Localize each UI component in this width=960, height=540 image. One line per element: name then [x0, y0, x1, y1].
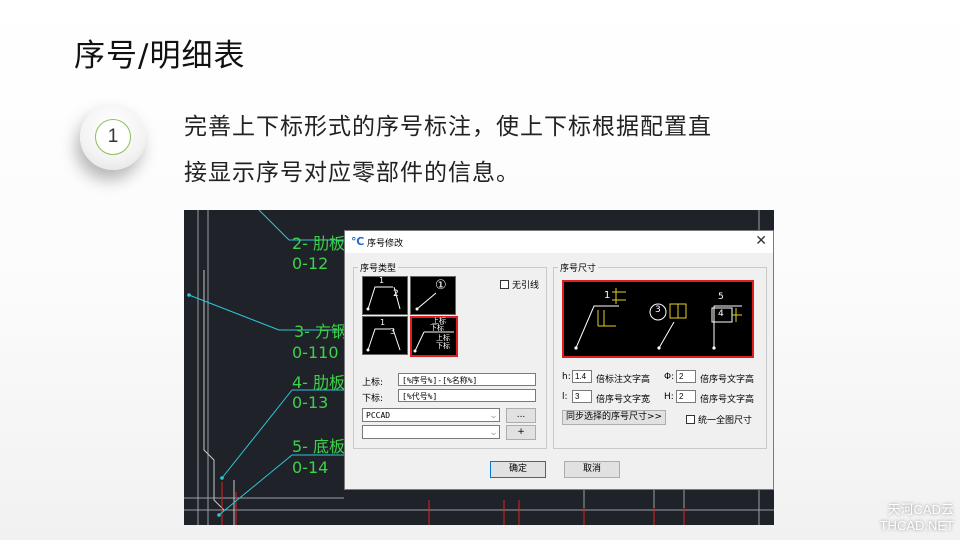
- type-thumb-4-lower1: 下标: [430, 324, 444, 332]
- chevron-down-icon: ⌵: [491, 411, 496, 420]
- watermark-line-1: 天河CAD云: [887, 502, 954, 517]
- type-thumb-4-lower2: 下标: [436, 342, 450, 350]
- cad-label-5-code: 0-14: [292, 458, 329, 477]
- type-thumb-4-upper2: 上标: [436, 334, 450, 342]
- no-leader-label: 无引线: [512, 281, 540, 291]
- description-line-2: 接显示序号对应零部件的信息。: [184, 160, 520, 186]
- cad-label-2-code: 0-12: [292, 254, 329, 273]
- type-thumb-slanted[interactable]: 1 3: [362, 316, 408, 355]
- cad-label-2: 2- 肋板: [292, 234, 346, 253]
- upper-label: 上标:: [362, 378, 384, 388]
- chevron-down-icon: ⌵: [491, 428, 496, 437]
- l-input[interactable]: 3: [572, 390, 592, 403]
- type-thumb-3-side: 3: [390, 327, 396, 336]
- close-icon[interactable]: ✕: [755, 233, 767, 249]
- slide-description: 完善上下标形式的序号标注，使上下标根据配置直 接显示序号对应零部件的信息。: [184, 104, 804, 196]
- upper-input[interactable]: [%序号%]-[%名称%]: [398, 373, 536, 386]
- cancel-button[interactable]: 取消: [564, 461, 620, 478]
- cad-label-4-code: 0-13: [292, 393, 329, 412]
- preview-upper-5: 5: [718, 292, 724, 302]
- H-label: H:: [664, 392, 674, 402]
- h-desc: 倍标注文字高: [596, 375, 651, 385]
- type-thumb-1-side: 2: [393, 289, 399, 299]
- lower-input[interactable]: [%代号%]: [398, 389, 536, 402]
- cad-screenshot: 2- 肋板 0-12 3- 方钢 0-110 4- 肋板 0-13 5- 底板 …: [184, 210, 774, 525]
- type-thumb-2-circle: ①: [435, 278, 447, 293]
- cad-label-3-code: 0-110: [292, 343, 339, 362]
- unify-size-checkbox[interactable]: [686, 415, 695, 424]
- l-desc: 倍序号文字宽: [596, 395, 651, 405]
- app-logo-icon: ℃: [351, 235, 365, 248]
- field-select[interactable]: ⌵: [362, 425, 500, 439]
- balloon-edit-dialog: ℃ 序号修改 ✕ 序号类型 1 2 ① 1 3 上标 下标 上标 下标 无引线 …: [344, 230, 774, 490]
- type-thumb-upper-lower[interactable]: 上标 下标 上标 下标: [410, 316, 458, 357]
- bullet-number: 1: [95, 119, 131, 155]
- unify-size-label: 统一全图尺寸: [698, 416, 753, 426]
- balloon-size-group-label: 序号尺寸: [558, 261, 599, 274]
- phi-desc: 倍序号文字高: [700, 375, 755, 385]
- type-thumb-upright[interactable]: 1 2: [362, 276, 408, 315]
- dialog-title: 序号修改: [367, 239, 404, 249]
- preview-lower-4: 4: [718, 309, 724, 319]
- H-desc: 倍序号文字高: [700, 395, 755, 405]
- no-leader-checkbox-row[interactable]: 无引线: [500, 278, 539, 291]
- type-thumb-3-top: 1: [380, 318, 386, 327]
- description-line-1: 完善上下标形式的序号标注，使上下标根据配置直: [184, 114, 712, 140]
- add-field-button[interactable]: +: [506, 425, 536, 440]
- slide-title: 序号/明细表: [74, 38, 246, 74]
- balloon-type-group-label: 序号类型: [358, 261, 399, 274]
- ok-button[interactable]: 确定: [490, 461, 546, 478]
- sync-size-button[interactable]: 同步选择的序号尺寸>>: [562, 410, 666, 425]
- balloon-size-group: 序号尺寸 1 3 5 4 h: 1.4 倍标注文字高 Φ: 2 倍序号文字高 l…: [553, 261, 767, 449]
- cad-label-3: 3- 方钢: [294, 322, 348, 341]
- watermark-line-2: THCAD.NET: [879, 518, 954, 533]
- size-preview: 1 3 5 4: [562, 280, 754, 358]
- dialog-title-bar[interactable]: ℃ 序号修改 ✕: [345, 231, 773, 253]
- l-label: l:: [562, 392, 568, 402]
- preview-num-3: 3: [655, 305, 661, 315]
- bullet-badge: 1: [80, 104, 146, 170]
- cad-label-4: 4- 肋板: [292, 373, 346, 392]
- preview-num-1: 1: [604, 290, 611, 301]
- type-thumb-circle[interactable]: ①: [410, 276, 456, 315]
- lower-label: 下标:: [362, 394, 384, 404]
- phi-input[interactable]: 2: [676, 370, 696, 383]
- no-leader-checkbox[interactable]: [500, 280, 509, 289]
- template-select[interactable]: PCCAD ⌵: [362, 408, 500, 422]
- H-input[interactable]: 2: [676, 390, 696, 403]
- cad-label-5: 5- 底板: [292, 437, 346, 456]
- balloon-type-group: 序号类型 1 2 ① 1 3 上标 下标 上标 下标 无引线 上标: [%序号%…: [353, 261, 547, 449]
- unify-size-checkbox-row[interactable]: 统一全图尺寸: [686, 413, 752, 426]
- h-label: h:: [562, 372, 571, 382]
- more-button[interactable]: ...: [506, 408, 536, 423]
- template-select-value: PCCAD: [366, 411, 391, 420]
- type-thumb-1-top: 1: [379, 276, 385, 285]
- h-input[interactable]: 1.4: [572, 370, 592, 383]
- phi-label: Φ:: [664, 372, 675, 382]
- watermark: 天河CAD云 THCAD.NET: [880, 502, 954, 534]
